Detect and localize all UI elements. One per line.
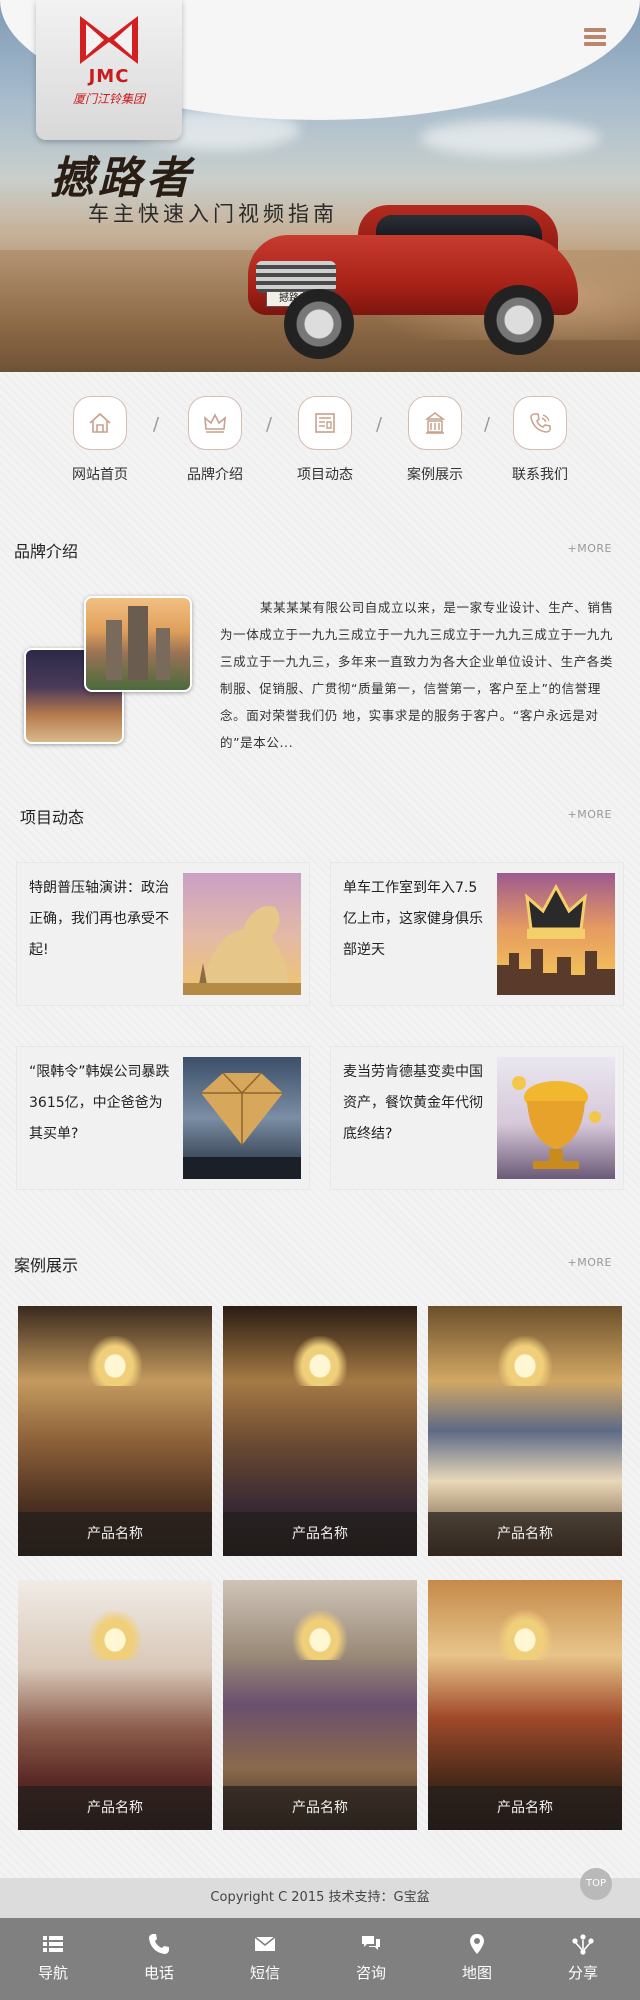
menu-icon[interactable] [584, 28, 606, 46]
nav-brand[interactable]: 品牌介绍 [165, 396, 265, 484]
nav-contact[interactable]: 联系我们 [490, 396, 590, 484]
diamond-image [183, 1057, 301, 1179]
news-card[interactable]: 单车工作室到年入7.5亿上市，这家健身俱乐部逆天 [330, 862, 624, 1006]
case-card[interactable]: 产品名称 [223, 1580, 417, 1830]
building-icon [424, 412, 446, 434]
brand-section-header: 品牌介绍 +MORE [14, 538, 626, 562]
phone-icon [149, 1934, 169, 1954]
crown-city-image [497, 873, 615, 995]
news-title: “限韩令”韩娱公司暴跌3615亿，中企爸爸为其买单? [29, 1064, 170, 1142]
brand-description: 某某某某有限公司自成立以来，是一家专业设计、生产、销售为一体成立于一九九三成立于… [220, 600, 614, 750]
cloud [420, 120, 600, 156]
toolbar-label: 导航 [37, 1964, 68, 1982]
toolbar-label: 分享 [567, 1964, 598, 1982]
nav-cases[interactable]: 案例展示 [385, 396, 485, 484]
list-icon [43, 1936, 63, 1952]
brand-more-link[interactable]: +MORE [568, 542, 612, 555]
section-title: 案例展示 [14, 1256, 79, 1275]
section-title: 项目动态 [20, 808, 85, 827]
case-card[interactable]: 产品名称 [18, 1306, 212, 1556]
nav-brand-label: 品牌介绍 [187, 467, 243, 483]
logo[interactable]: JMC 厦门江铃集团 [36, 0, 182, 140]
case-caption: 产品名称 [18, 1512, 212, 1556]
case-card[interactable]: 产品名称 [18, 1580, 212, 1830]
chat-icon [362, 1936, 380, 1950]
news-more-link[interactable]: +MORE [568, 808, 612, 821]
nav-home-label: 网站首页 [72, 467, 128, 483]
toolbar-phone[interactable]: 电话 [106, 1918, 212, 2000]
city-towers-image [84, 596, 192, 692]
nav-news-label: 项目动态 [297, 467, 353, 483]
nav-contact-label: 联系我们 [512, 467, 568, 483]
case-card[interactable]: 产品名称 [428, 1306, 622, 1556]
toolbar-label: 咨询 [355, 1964, 386, 1982]
mail-icon [254, 1936, 276, 1951]
toolbar-map[interactable]: 地图 [424, 1918, 530, 2000]
brand-images [24, 596, 194, 748]
back-to-top-button[interactable]: TOP [580, 1868, 612, 1900]
case-card[interactable]: 产品名称 [428, 1580, 622, 1830]
toolbar-label: 短信 [249, 1964, 280, 1982]
nav-separator: / [376, 414, 383, 435]
golden-cup-image [497, 1057, 615, 1179]
nav-news[interactable]: 项目动态 [275, 396, 375, 484]
toolbar-consult[interactable]: 咨询 [318, 1918, 424, 2000]
toolbar-nav[interactable]: 导航 [0, 1918, 106, 2000]
logo-text-en: JMC [88, 66, 130, 87]
phone-icon [530, 413, 551, 433]
banner-subtitle: 车主快速入门视频指南 [88, 202, 338, 226]
nav-cases-label: 案例展示 [407, 467, 463, 483]
news-icon [315, 413, 335, 433]
case-caption: 产品名称 [428, 1786, 622, 1830]
news-card[interactable]: “限韩令”韩娱公司暴跌3615亿，中企爸爸为其买单? [16, 1046, 310, 1190]
statue-image [183, 873, 301, 995]
cases-more-link[interactable]: +MORE [568, 1256, 612, 1269]
quick-nav: 网站首页 / 品牌介绍 / 项目动态 / 案例展示 / 联系我们 [0, 396, 640, 496]
case-caption: 产品名称 [428, 1512, 622, 1556]
case-caption: 产品名称 [223, 1786, 417, 1830]
logo-text-cn: 厦门江铃集团 [72, 92, 145, 106]
nav-separator: / [153, 414, 160, 435]
crown-icon [204, 413, 226, 433]
news-card[interactable]: 麦当劳肯德基变卖中国资产，餐饮黄金年代彻底终结? [330, 1046, 624, 1190]
nav-home[interactable]: 网站首页 [50, 396, 150, 484]
case-caption: 产品名称 [18, 1786, 212, 1830]
case-caption: 产品名称 [223, 1512, 417, 1556]
toolbar-sms[interactable]: 短信 [212, 1918, 318, 2000]
news-title: 单车工作室到年入7.5亿上市，这家健身俱乐部逆天 [343, 880, 483, 958]
case-card[interactable]: 产品名称 [223, 1306, 417, 1556]
toolbar-label: 地图 [461, 1964, 492, 1982]
news-section-header: 项目动态 +MORE [14, 804, 626, 828]
news-title: 特朗普压轴演讲：政治正确，我们再也承受不起! [29, 880, 169, 958]
suv-image: 撼路者 [248, 205, 578, 365]
jmc-logo-icon [80, 16, 138, 64]
bottom-toolbar: 导航 电话 短信 咨询 地图 分享 [0, 1918, 640, 2000]
home-icon [89, 412, 111, 433]
banner-title: 撼路者 [50, 153, 194, 204]
share-icon [572, 1934, 594, 1955]
toolbar-label: 电话 [143, 1964, 174, 1982]
map-pin-icon [470, 1934, 484, 1954]
news-card[interactable]: 特朗普压轴演讲：政治正确，我们再也承受不起! [16, 862, 310, 1006]
nav-separator: / [266, 414, 273, 435]
section-title: 品牌介绍 [14, 542, 79, 561]
cases-section-header: 案例展示 +MORE [14, 1252, 626, 1276]
toolbar-share[interactable]: 分享 [530, 1918, 636, 2000]
news-title: 麦当劳肯德基变卖中国资产，餐饮黄金年代彻底终结? [343, 1064, 483, 1142]
copyright: Copyright C 2015 技术支持：G宝盆 [0, 1878, 640, 1918]
